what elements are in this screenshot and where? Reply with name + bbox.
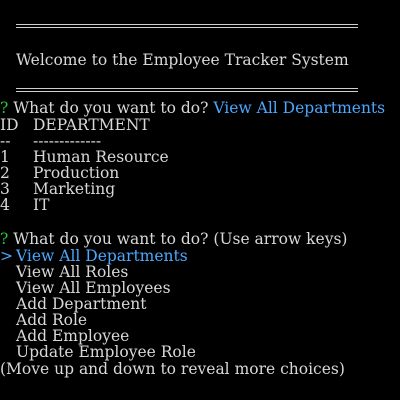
- table-separator-id: --: [0, 132, 11, 150]
- top-rule: [16, 24, 358, 28]
- table-separator-department: -------------: [33, 132, 102, 150]
- table-row-id: 2: [0, 164, 10, 182]
- column-header-department: DEPARTMENT: [33, 116, 150, 134]
- bottom-rule: [16, 88, 358, 92]
- table-row-name: Marketing: [33, 180, 116, 198]
- welcome-banner: Welcome to the Employee Tracker System: [16, 51, 349, 69]
- prompt-question: What do you want to do?: [13, 230, 209, 248]
- table-row-name: Human Resource: [33, 148, 169, 166]
- table-row-name: IT: [33, 196, 50, 214]
- prompt-line-2: ? What do you want to do? (Use arrow key…: [0, 231, 347, 247]
- menu-choice[interactable]: Update Employee Role: [16, 344, 196, 360]
- prompt-mark: ?: [0, 99, 9, 117]
- menu-choice[interactable]: View All Employees: [16, 280, 171, 296]
- table-row-id: 3: [0, 180, 10, 198]
- menu-choice-selected[interactable]: View All Departments: [16, 248, 188, 264]
- prompt-mark: ?: [0, 230, 9, 248]
- selection-pointer: >: [0, 247, 13, 265]
- table-row-name: Production: [33, 164, 120, 182]
- scroll-hint: (Move up and down to reveal more choices…: [0, 360, 345, 378]
- menu-choice[interactable]: View All Roles: [16, 264, 128, 280]
- menu-choice[interactable]: Add Department: [16, 296, 146, 312]
- terminal-window[interactable]: Welcome to the Employee Tracker System ?…: [0, 0, 400, 400]
- menu-choice[interactable]: Add Role: [16, 312, 87, 328]
- prompt-hint: (Use arrow keys): [213, 230, 348, 248]
- prompt-line-1: ? What do you want to do? View All Depar…: [0, 100, 385, 116]
- table-row-id: 4: [0, 196, 10, 214]
- prompt-answer: View All Departments: [213, 99, 386, 117]
- prompt-question: What do you want to do?: [13, 99, 209, 117]
- table-header-row: ID: [0, 117, 19, 133]
- table-row-id: 1: [0, 148, 10, 166]
- menu-choice[interactable]: Add Employee: [16, 328, 129, 344]
